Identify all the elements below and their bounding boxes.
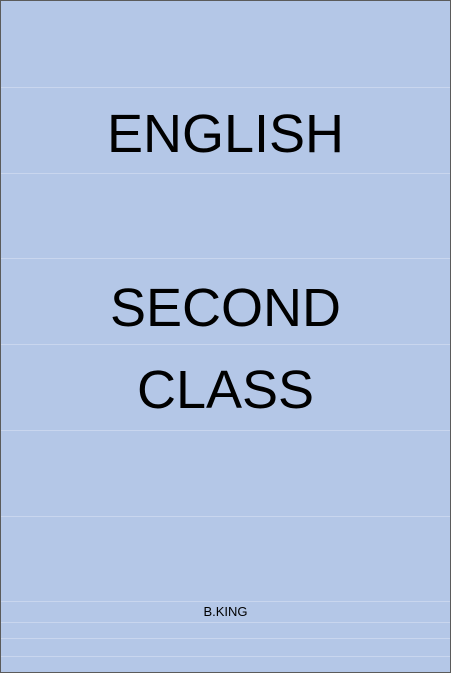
horizontal-rule — [1, 622, 450, 623]
horizontal-rule — [1, 87, 450, 88]
horizontal-rule — [1, 258, 450, 259]
horizontal-rule — [1, 638, 450, 639]
cover-author: B.KING — [203, 604, 248, 619]
horizontal-rule — [1, 344, 450, 345]
cover-level-title-line-2: CLASS — [136, 360, 315, 420]
horizontal-rule — [1, 516, 450, 517]
horizontal-rule — [1, 430, 450, 431]
cover-subject-title: ENGLISH — [106, 104, 345, 164]
horizontal-rule — [1, 656, 450, 657]
horizontal-rule — [1, 173, 450, 174]
horizontal-rule — [1, 601, 450, 602]
book-cover: ENGLISH SECOND CLASS B.KING — [0, 0, 451, 673]
cover-level-title-line-1: SECOND — [109, 278, 342, 338]
